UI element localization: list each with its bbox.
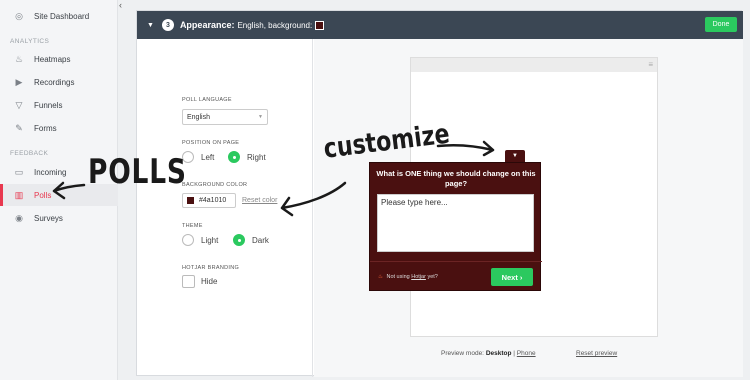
poll-widget: What is ONE thing we should change on th… (369, 162, 542, 292)
preview-desktop-option[interactable]: Desktop (486, 350, 512, 357)
browser-toolbar: ≡ (411, 58, 657, 72)
video-camera-icon: ▶ (15, 76, 23, 87)
yet-text: yet? (427, 274, 438, 280)
appearance-header[interactable]: ▼ 3 Appearance: English, background: Don… (137, 11, 743, 39)
funnel-icon: ▽ (15, 99, 23, 110)
sidebar-item-label: Forms (34, 123, 57, 133)
sidebar-item-label: Incoming (34, 167, 67, 177)
not-using-text: Not using (386, 274, 410, 280)
sidebar-item-site-dashboard[interactable]: ◎ Site Dashboard (0, 5, 118, 27)
settings-panel: POLL LANGUAGE English ▼ POSITION ON PAGE… (137, 39, 313, 377)
hotjar-link[interactable]: Hotjar (411, 274, 426, 280)
background-color-label: BACKGROUND COLOR (182, 182, 248, 188)
header-subtitle: English, background: (237, 20, 313, 30)
position-right-radio[interactable] (228, 151, 240, 163)
preview-separator: | (513, 350, 515, 357)
collapse-sidebar-chevron-icon[interactable]: ‹ (119, 0, 122, 10)
chevron-down-icon: ▼ (258, 114, 263, 120)
hotjar-flame-icon: ♨ (378, 274, 383, 280)
active-indicator (0, 184, 3, 206)
done-button[interactable]: Done (705, 17, 737, 32)
header-title: Appearance: (179, 20, 235, 30)
position-left-label: Left (201, 153, 215, 162)
poll-question: What is ONE thing we should change on th… (376, 169, 536, 188)
section-analytics: ANALYTICS (10, 38, 50, 45)
main-panel: ▼ 3 Appearance: English, background: Don… (136, 10, 743, 377)
theme-light-radio[interactable] (182, 234, 194, 246)
form-edit-icon: ✎ (15, 122, 23, 133)
hotjar-branding-label: HOTJAR BRANDING (182, 265, 240, 271)
poll-language-select[interactable]: English ▼ (182, 109, 268, 125)
position-right-label: Right (247, 153, 266, 162)
poll-collapse-chevron-icon[interactable]: ▼ (505, 150, 525, 162)
poll-answer-input[interactable] (377, 194, 534, 252)
sidebar-item-label: Surveys (34, 213, 63, 223)
hide-branding-label: Hide (201, 277, 218, 286)
next-button[interactable]: Next › (491, 268, 533, 286)
sidebar-item-recordings[interactable]: ▶ Recordings (0, 71, 118, 93)
hotjar-promo: ♨ Not using Hotjar yet? (378, 274, 438, 280)
sidebar-item-forms[interactable]: ✎ Forms (0, 117, 118, 139)
section-feedback: FEEDBACK (10, 150, 49, 157)
sidebar-item-heatmaps[interactable]: ♨ Heatmaps (0, 48, 118, 70)
theme-label: THEME (182, 223, 203, 229)
hamburger-menu-icon: ≡ (648, 60, 653, 69)
color-swatch (187, 197, 194, 204)
compass-icon: ◎ (15, 10, 23, 21)
polls-annotation: POLLS (88, 152, 187, 192)
header-color-swatch (315, 20, 325, 30)
sidebar-item-label: Polls (34, 190, 52, 200)
reset-preview-link[interactable]: Reset preview (576, 350, 617, 357)
color-value: #4a1010 (199, 197, 227, 204)
reset-color-link[interactable]: Reset color (242, 197, 277, 204)
theme-dark-radio[interactable] (233, 234, 245, 246)
sidebar-item-label: Heatmaps (34, 54, 71, 64)
theme-dark-label: Dark (252, 236, 269, 245)
poll-footer: ♨ Not using Hotjar yet? Next › (370, 261, 542, 292)
bar-chart-icon: ▥ (14, 189, 24, 200)
preview-mode-label: Preview mode: (441, 350, 484, 357)
sidebar-item-funnels[interactable]: ▽ Funnels (0, 94, 118, 116)
poll-language-label: POLL LANGUAGE (182, 97, 232, 103)
sidebar-item-label: Site Dashboard (34, 11, 90, 21)
caret-down-icon[interactable]: ▼ (147, 22, 154, 29)
step-number: 3 (161, 19, 174, 31)
language-value: English (187, 113, 210, 121)
hide-branding-checkbox[interactable] (182, 275, 195, 288)
survey-icon: ◉ (15, 212, 23, 223)
position-label: POSITION ON PAGE (182, 140, 240, 146)
theme-light-label: Light (201, 236, 219, 245)
inbox-icon: ▭ (14, 166, 24, 177)
preview-phone-option[interactable]: Phone (517, 350, 536, 357)
next-label: Next (501, 272, 518, 282)
preview-mode: Preview mode: Desktop | Phone (441, 350, 536, 357)
preview-panel: ≡ ▼ What is ONE thing we should change o… (314, 39, 743, 377)
chevron-right-icon: › (519, 272, 523, 282)
flame-icon: ♨ (14, 53, 24, 64)
sidebar-item-label: Recordings (34, 77, 75, 87)
background-color-input[interactable]: #4a1010 (182, 193, 236, 208)
sidebar-item-surveys[interactable]: ◉ Surveys (0, 207, 118, 229)
sidebar-item-label: Funnels (34, 100, 63, 110)
